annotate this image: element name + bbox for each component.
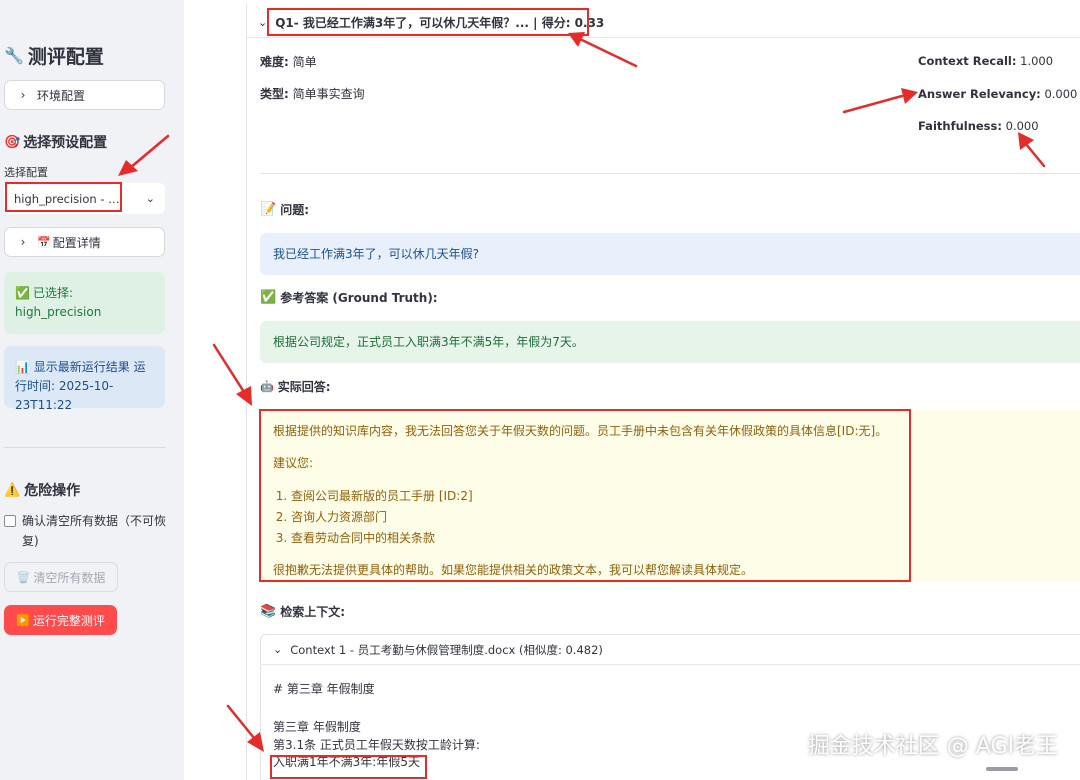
preset-config-heading: 🎯 选择预设配置 [4, 132, 107, 152]
main-content: ⌄ Q1- 我已经工作满3年了，可以休几天年假？... | 得分: 0.33 难… [184, 0, 1080, 780]
reference-box: 根据公司规定，正式员工入职满3年不满5年，年假为7天。 [260, 321, 1080, 363]
selected-value: high_precision [15, 305, 102, 319]
env-config-label: 环境配置 [37, 88, 86, 103]
metric-value: 0.000 [1005, 119, 1039, 133]
metric-name: Faithfulness: [918, 119, 1002, 133]
reference-text: 根据公司规定，正式员工入职满3年不满5年，年假为7天。 [273, 335, 584, 349]
sidebar-title-text: 测评配置 [27, 46, 104, 68]
list-item: 查看劳动合同中的相关条款 [291, 528, 1077, 549]
actual-answer-box: 根据提供的知识库内容，我无法回答您关于年假天数的问题。员工手册中未包含有关年休假… [260, 410, 1080, 582]
question-section-heading: 📝 问题: [260, 201, 309, 218]
confirm-clear-checkbox[interactable] [4, 515, 16, 527]
context-line: # 第三章 年假制度 [273, 682, 375, 696]
select-config-label: 选择配置 [4, 166, 48, 179]
run-eval-label: 运行完整测评 [32, 613, 105, 628]
memo-icon: 📝 [260, 202, 277, 217]
metric-name: Answer Relevancy: [918, 87, 1041, 101]
chevron-down-icon: ⌄ [273, 643, 283, 656]
chevron-right-icon: › [20, 88, 26, 102]
actual-section-title: 实际回答: [277, 380, 331, 394]
question-text: 我已经工作满3年了，可以休几天年假? [273, 247, 480, 261]
metric-value: 0.000 [1044, 87, 1078, 101]
context-header-text: Context 1 - 员工考勤与休假管理制度.docx (相似度: 0.482… [290, 642, 603, 657]
clear-data-label: 清空所有数据 [33, 570, 106, 585]
robot-icon: 🤖 [260, 380, 274, 393]
check-icon: ✅ [260, 290, 277, 305]
selected-config-alert: ✅ 已选择: high_precision [4, 272, 165, 334]
actual-section-heading: 🤖 实际回答: [260, 378, 331, 395]
metric-context-recall: Context Recall: 1.000 [918, 54, 1053, 68]
preset-config-title: 选择预设配置 [23, 135, 108, 151]
danger-title: 危险操作 [24, 483, 81, 499]
section-divider [260, 173, 1080, 174]
config-select-value: high_precision - 高... [14, 191, 124, 206]
config-select[interactable]: high_precision - 高... ⌄ [4, 183, 165, 214]
watermark: 掘金技术社区 @ AGI老王 [807, 734, 1058, 759]
sidebar: 🔧 测评配置 › 环境配置 🎯 选择预设配置 选择配置 high_precisi… [0, 0, 184, 780]
chevron-down-icon: ⌄ [258, 16, 268, 29]
env-config-expander[interactable]: › 环境配置 [4, 80, 165, 110]
sidebar-title: 🔧 测评配置 [4, 42, 104, 69]
clear-data-button[interactable]: 🗑️ 清空所有数据 [4, 562, 118, 592]
actual-p2: 建议您: [273, 456, 314, 470]
selected-title: 已选择: [32, 286, 73, 300]
play-icon: ▶️ [16, 613, 30, 627]
reference-section-heading: ✅ 参考答案 (Ground Truth): [260, 289, 438, 306]
context-section-heading: 📚 检索上下文: [260, 603, 345, 620]
question-header-text: Q1- 我已经工作满3年了，可以休几天年假？... | 得分: 0.33 [275, 16, 605, 30]
metric-name: Context Recall: [918, 54, 1017, 68]
trash-icon: 🗑️ [16, 570, 31, 584]
danger-heading: ⚠️ 危险操作 [4, 480, 80, 500]
chevron-right-icon: › [20, 235, 26, 249]
type-value: 简单事实查询 [292, 87, 365, 101]
sidebar-divider [4, 447, 165, 448]
chevron-down-icon: ⌄ [145, 192, 155, 205]
actual-p1: 根据提供的知识库内容，我无法回答您关于年假天数的问题。员工手册中未包含有关年休假… [273, 424, 888, 438]
type-row: 类型: 简单事实查询 [260, 85, 365, 102]
confirm-clear-checkbox-row[interactable]: 确认清空所有数据（不可恢复) [4, 511, 169, 551]
actual-list: 查阅公司最新版的员工手册 [ID:2] 咨询人力资源部门 查看劳动合同中的相关条… [291, 486, 1077, 549]
warning-icon: ⚠️ [4, 482, 21, 498]
question-box: 我已经工作满3年了，可以休几天年假? [260, 233, 1080, 275]
chart-icon: 📊 [15, 360, 30, 374]
question-section-title: 问题: [280, 203, 309, 217]
difficulty-value: 简单 [292, 55, 317, 69]
books-icon: 📚 [260, 604, 277, 619]
scrollbar-thumb[interactable] [986, 767, 1018, 771]
run-info-text: 显示最新运行结果 运行时间: 2025-10-23T11:22 [15, 360, 146, 412]
difficulty-row: 难度: 简单 [260, 53, 317, 70]
reference-section-title: 参考答案 (Ground Truth): [280, 291, 438, 305]
metric-value: 1.000 [1020, 54, 1054, 68]
question-expander-header[interactable]: ⌄ Q1- 我已经工作满3年了，可以休几天年假？... | 得分: 0.33 [246, 8, 1080, 38]
confirm-clear-label: 确认清空所有数据（不可恢复) [22, 514, 167, 548]
config-detail-expander[interactable]: › 📅 配置详情 [4, 227, 165, 257]
type-key: 类型: [260, 87, 289, 101]
app-root: 🔧 测评配置 › 环境配置 🎯 选择预设配置 选择配置 high_precisi… [0, 0, 1080, 780]
wrench-icon: 🔧 [4, 46, 24, 65]
config-detail-label: 配置详情 [52, 235, 101, 250]
context-section-title: 检索上下文: [280, 605, 345, 619]
run-eval-button[interactable]: ▶️ 运行完整测评 [4, 605, 117, 635]
metric-answer-relevancy: Answer Relevancy: 0.000 [918, 87, 1077, 101]
metric-faithfulness: Faithfulness: 0.000 [918, 119, 1039, 133]
target-icon: 🎯 [4, 134, 21, 150]
check-icon: ✅ [15, 286, 30, 300]
list-item: 查阅公司最新版的员工手册 [ID:2] [291, 486, 1077, 507]
list-item: 咨询人力资源部门 [291, 507, 1077, 528]
context-body: # 第三章 年假制度 第三章 年假制度 第3.1条 正式员工年假天数按工龄计算:… [261, 665, 1080, 780]
actual-p3: 很抱歉无法提供更具体的帮助。如果您能提供相关的政策文本，我可以帮您解读具体规定。 [273, 563, 754, 577]
calendar-icon: 📅 [37, 235, 51, 249]
run-info-alert: 📊 显示最新运行结果 运行时间: 2025-10-23T11:22 [4, 346, 165, 412]
context-expander-header[interactable]: ⌄ Context 1 - 员工考勤与休假管理制度.docx (相似度: 0.4… [261, 635, 1080, 665]
difficulty-key: 难度: [260, 55, 289, 69]
